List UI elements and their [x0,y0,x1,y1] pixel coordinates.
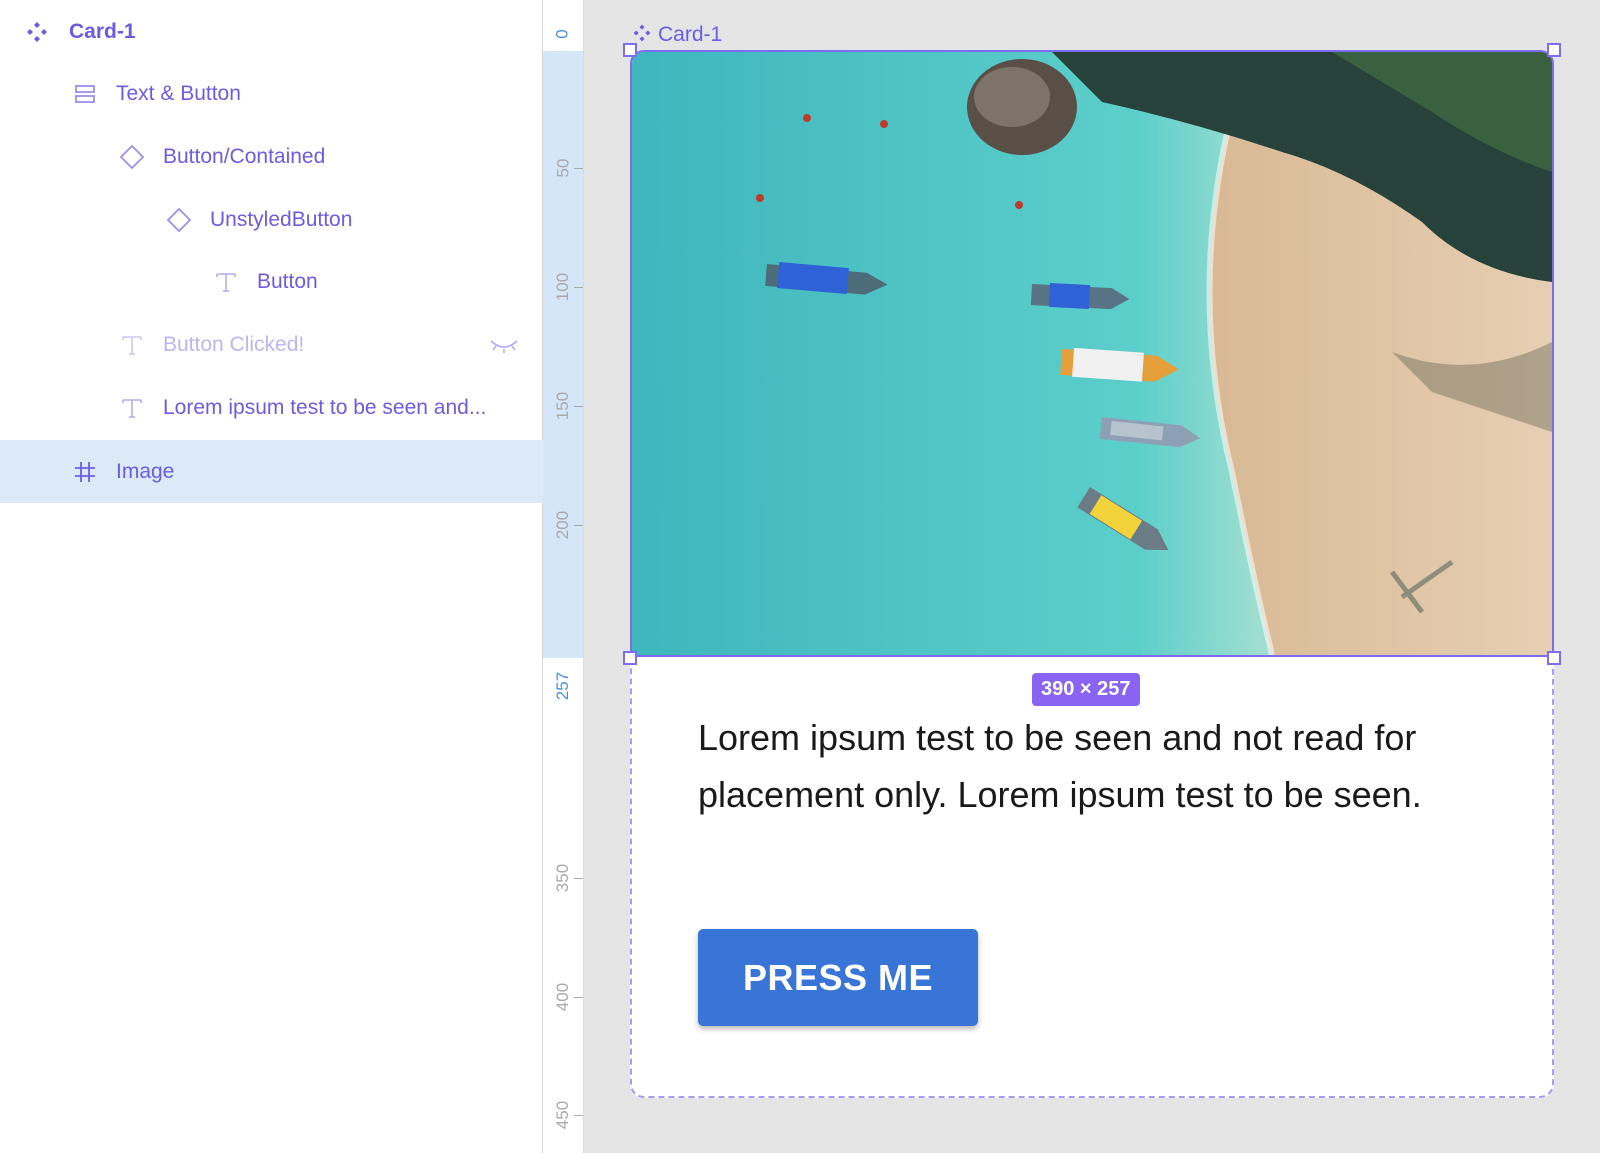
layer-label: Lorem ipsum test to be seen and... [163,396,487,419]
resize-handle-bottom-right[interactable] [1547,651,1561,665]
layer-label: Card-1 [69,20,136,43]
layers-panel: Card-1 Text & Button Button/Contained Un… [0,0,543,1153]
ruler-mark: 150 [553,391,572,421]
ruler-mark: 0 [553,29,572,39]
layer-row-button-contained[interactable]: Button/Contained [0,125,543,188]
instance-icon [166,207,192,233]
resize-handle-top-left[interactable] [623,43,637,57]
ruler-mark: 50 [552,158,572,178]
dimensions-badge: 390 × 257 [1032,673,1140,706]
frame-icon [72,459,98,485]
resize-handle-top-right[interactable] [1547,43,1561,57]
beach-image[interactable] [630,50,1554,657]
ruler-mark: 200 [553,510,572,540]
frame-label-text: Card-1 [658,23,723,46]
layer-label: Text & Button [116,82,241,105]
hidden-eye-icon[interactable] [489,335,519,355]
ruler-mark: 350 [553,863,572,893]
layer-row-image[interactable]: Image [0,440,543,503]
layer-label: Button [257,270,318,293]
instance-icon [119,144,145,170]
layer-label: Button Clicked! [163,333,305,356]
press-me-button[interactable]: PRESS ME [698,929,978,1026]
layer-label: Button/Contained [163,145,326,168]
layer-row-card-1[interactable]: Card-1 [0,0,543,63]
text-icon [119,332,145,358]
layer-row-lorem-ipsum[interactable]: Lorem ipsum test to be seen and... [0,376,543,439]
card-body-text[interactable]: Lorem ipsum test to be seen and not read… [698,709,1458,823]
text-icon [119,395,145,421]
layer-label: UnstyledButton [210,208,353,231]
resize-handle-bottom-left[interactable] [623,651,637,665]
ruler-selection-highlight [543,51,583,658]
component-icon [24,19,50,45]
vertical-ruler: 0 50 100 150 200 257 350 400 450 [543,0,584,1153]
layer-row-button[interactable]: Button [0,250,543,313]
ruler-mark: 450 [553,1100,572,1130]
ruler-mark: 257 [553,671,572,701]
layer-row-unstyledbutton[interactable]: UnstyledButton [0,188,543,251]
layer-row-button-clicked[interactable]: Button Clicked! [0,313,543,376]
text-icon [213,269,239,295]
frame-label[interactable]: Card-1 [632,22,722,48]
ruler-mark: 100 [553,272,572,302]
layer-row-text-and-button[interactable]: Text & Button [0,62,543,125]
ruler-mark: 400 [553,982,572,1012]
auto-layout-icon [72,81,98,107]
layer-label: Image [116,460,175,483]
